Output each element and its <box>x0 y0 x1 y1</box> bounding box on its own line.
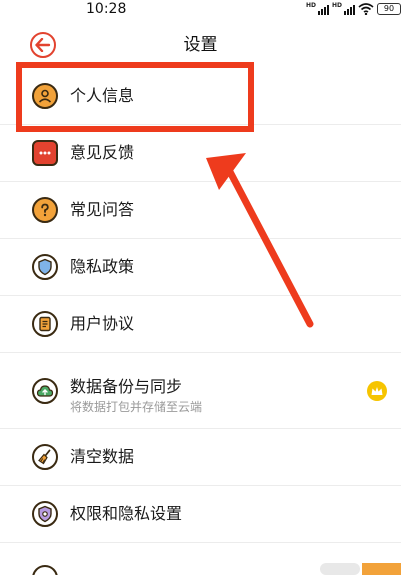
settings-list: 个人信息 › 意见反馈 › 常见问答 › <box>0 68 401 543</box>
signal-icon: HD <box>306 3 329 15</box>
settings-item-sublabel: 将数据打包并存储至云端 <box>70 400 203 414</box>
settings-item-label: 意见反馈 <box>70 143 135 162</box>
settings-item-label: 数据备份与同步 <box>70 377 183 396</box>
status-time: 10:28 <box>86 1 127 17</box>
settings-item-label: 权限和隐私设置 <box>70 504 183 523</box>
crown-icon <box>367 380 387 401</box>
settings-item-label: 常见问答 <box>70 200 135 219</box>
cloud-upload-icon <box>32 377 58 404</box>
settings-item-label: 清空数据 <box>70 447 135 466</box>
document-icon <box>32 311 58 337</box>
settings-screen: 10:28 HD HD 90 设置 个人信息 意见反馈 常见问答 隐私政策 用户… <box>0 0 401 575</box>
status-icons: HD HD 90 <box>306 0 401 18</box>
privacy-settings-icon <box>32 501 58 527</box>
settings-item-privacy-policy[interactable]: 隐私政策 › <box>0 239 401 296</box>
settings-item-permissions-privacy[interactable]: 权限和隐私设置 › <box>0 486 401 543</box>
settings-item-feedback[interactable]: 意见反馈 › <box>0 125 401 182</box>
shield-icon <box>32 254 58 280</box>
settings-item-data-backup[interactable]: 数据备份与同步 将数据打包并存储至云端 <box>0 353 401 429</box>
annotation-highlight-box <box>16 62 254 132</box>
settings-item-label: 用户协议 <box>70 314 135 333</box>
settings-item-user-agreement[interactable]: 用户协议 › <box>0 296 401 353</box>
settings-item-faq[interactable]: 常见问答 › <box>0 182 401 239</box>
signal-hd-label-secondary: HD <box>331 2 342 9</box>
settings-item-partial <box>0 557 401 575</box>
feedback-icon <box>32 140 58 166</box>
toggle-partial-accent <box>362 563 401 575</box>
battery-indicator: 90 <box>377 3 401 15</box>
settings-item-clear-data[interactable]: 清空数据 › <box>0 429 401 486</box>
settings-item-label: 隐私政策 <box>70 257 135 276</box>
signal-hd-label: HD <box>305 2 316 9</box>
page-title: 设置 <box>183 35 218 55</box>
status-bar: 10:28 HD HD 90 <box>0 0 401 18</box>
row-icon-partial <box>32 565 58 575</box>
wifi-icon <box>358 3 374 15</box>
question-icon <box>32 197 58 223</box>
toggle-partial <box>320 563 360 575</box>
signal-icon-secondary: HD <box>332 3 355 15</box>
broom-icon <box>32 444 58 470</box>
